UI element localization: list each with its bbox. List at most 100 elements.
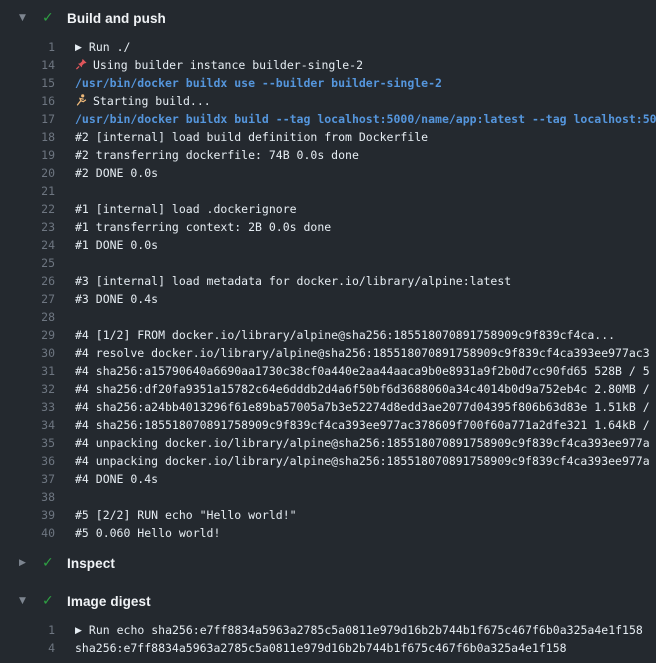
log-text: #1 transferring context: 2B 0.0s done (75, 218, 656, 236)
log-text: #2 [internal] load build definition from… (75, 128, 656, 146)
line-number[interactable]: 25 (0, 254, 55, 272)
line-number[interactable]: 4 (0, 639, 55, 657)
play-icon[interactable]: ▶ (75, 39, 82, 56)
log-line[interactable]: 29 #4 [1/2] FROM docker.io/library/alpine… (0, 326, 656, 344)
log-line[interactable]: 30 #4 resolve docker.io/library/alpine@sh… (0, 344, 656, 362)
section-title: Image digest (67, 594, 151, 609)
log-text: #4 sha256:df20fa9351a15782c64e6dddb2d4a6… (75, 380, 656, 398)
log-line[interactable]: 20 #2 DONE 0.0s (0, 164, 656, 182)
line-number[interactable]: 14 (0, 56, 55, 74)
section-header-inspect[interactable]: ▶ ✓ Inspect (0, 550, 656, 576)
line-number[interactable]: 19 (0, 146, 55, 164)
line-number[interactable]: 36 (0, 452, 55, 470)
log-text: #5 [2/2] RUN echo "Hello world!" (75, 506, 656, 524)
log-text: #4 sha256:a24bb4013296f61e89ba57005a7b3e… (75, 398, 656, 416)
log-text: #2 transferring dockerfile: 74B 0.0s don… (75, 146, 656, 164)
log-text: #2 DONE 0.0s (75, 164, 656, 182)
line-number[interactable]: 26 (0, 272, 55, 290)
line-number[interactable]: 21 (0, 182, 55, 200)
line-number[interactable]: 20 (0, 164, 55, 182)
line-number[interactable]: 40 (0, 524, 55, 542)
line-number[interactable]: 35 (0, 434, 55, 452)
log-line[interactable]: 17/usr/bin/docker buildx build --tag loc… (0, 110, 656, 128)
line-number[interactable]: 34 (0, 416, 55, 434)
log-text: #4 unpacking docker.io/library/alpine@sh… (75, 452, 656, 470)
line-number[interactable]: 28 (0, 308, 55, 326)
log-text: Starting build... (75, 92, 656, 110)
log-line[interactable]: 21 (0, 182, 656, 200)
log-text (75, 254, 656, 272)
log-line[interactable]: 28 (0, 308, 656, 326)
line-number[interactable]: 1 (0, 38, 55, 56)
log-text (75, 182, 656, 200)
line-number[interactable]: 18 (0, 128, 55, 146)
line-number[interactable]: 17 (0, 110, 55, 128)
log-line[interactable]: 24 #1 DONE 0.0s (0, 236, 656, 254)
log-text: #1 [internal] load .dockerignore (75, 200, 656, 218)
log-text: #3 DONE 0.4s (75, 290, 656, 308)
log-line[interactable]: 25 (0, 254, 656, 272)
line-number[interactable]: 32 (0, 380, 55, 398)
play-icon[interactable]: ▶ (75, 622, 82, 639)
line-number[interactable]: 31 (0, 362, 55, 380)
section-title: Inspect (67, 556, 115, 571)
log-line[interactable]: 32 #4 sha256:df20fa9351a15782c64e6dddb2d4… (0, 380, 656, 398)
check-icon: ✓ (42, 594, 57, 608)
section-image-digest: ▼ ✓ Image digest 1 ▶Run echo sha256:e7ff8… (0, 588, 656, 657)
line-number[interactable]: 1 (0, 621, 55, 639)
chevron-right-icon[interactable]: ▶ (19, 559, 30, 568)
line-number[interactable]: 24 (0, 236, 55, 254)
line-number[interactable]: 37 (0, 470, 55, 488)
log-text: #1 DONE 0.0s (75, 236, 656, 254)
log-line[interactable]: 14 Using builder instance builder-single-… (0, 56, 656, 74)
log-line[interactable]: 19 #2 transferring dockerfile: 74B 0.0s d… (0, 146, 656, 164)
log-text: #4 resolve docker.io/library/alpine@sha2… (75, 344, 656, 362)
log-line[interactable]: 15/usr/bin/docker buildx use --builder b… (0, 74, 656, 92)
section-title: Build and push (67, 11, 166, 26)
log-line[interactable]: 33 #4 sha256:a24bb4013296f61e89ba57005a7b… (0, 398, 656, 416)
chevron-down-icon[interactable]: ▼ (19, 14, 30, 23)
log-text: #4 [1/2] FROM docker.io/library/alpine@s… (75, 326, 656, 344)
log-line[interactable]: 4 sha256:e7ff8834a5963a2785c5a0811e979d16… (0, 639, 656, 657)
log-line[interactable]: 38 (0, 488, 656, 506)
line-number[interactable]: 38 (0, 488, 55, 506)
log-line[interactable]: 34 #4 sha256:185518070891758909c9f839cf4c… (0, 416, 656, 434)
chevron-down-icon[interactable]: ▼ (19, 597, 30, 606)
log-text: #4 DONE 0.4s (75, 470, 656, 488)
line-number[interactable]: 22 (0, 200, 55, 218)
line-number[interactable]: 15 (0, 74, 55, 92)
check-icon: ✓ (42, 556, 57, 570)
section-header-image-digest[interactable]: ▼ ✓ Image digest (0, 588, 656, 614)
log-text: sha256:e7ff8834a5963a2785c5a0811e979d16b… (75, 639, 656, 657)
log-line[interactable]: 18 #2 [internal] load build definition fr… (0, 128, 656, 146)
log-text: #4 sha256:185518070891758909c9f839cf4ca3… (75, 416, 656, 434)
log-line[interactable]: 39 #5 [2/2] RUN echo "Hello world!" (0, 506, 656, 524)
line-number[interactable]: 33 (0, 398, 55, 416)
log-line[interactable]: 37 #4 DONE 0.4s (0, 470, 656, 488)
log-text: /usr/bin/docker buildx build --tag local… (75, 110, 656, 128)
line-number[interactable]: 30 (0, 344, 55, 362)
log-line[interactable]: 1 ▶Run ./ (0, 38, 656, 56)
log-text: Using builder instance builder-single-2 (75, 56, 656, 74)
log-text: ▶Run echo sha256:e7ff8834a5963a2785c5a08… (75, 621, 656, 639)
log-line[interactable]: 22 #1 [internal] load .dockerignore (0, 200, 656, 218)
line-number[interactable]: 29 (0, 326, 55, 344)
log-text: ▶Run ./ (75, 38, 656, 56)
line-number[interactable]: 16 (0, 92, 55, 110)
log-line[interactable]: 16 Starting build... (0, 92, 656, 110)
log-line[interactable]: 23 #1 transferring context: 2B 0.0s done (0, 218, 656, 236)
log-line[interactable]: 1 ▶Run echo sha256:e7ff8834a5963a2785c5a0… (0, 621, 656, 639)
log-line[interactable]: 26#3 [internal] load metadata for docker… (0, 272, 656, 290)
line-number[interactable]: 39 (0, 506, 55, 524)
log-line[interactable]: 40#5 0.060 Hello world! (0, 524, 656, 542)
section-inspect: ▶ ✓ Inspect (0, 550, 656, 576)
line-number[interactable]: 23 (0, 218, 55, 236)
section-header-build-and-push[interactable]: ▼ ✓ Build and push (0, 5, 656, 31)
log-line[interactable]: 27 #3 DONE 0.4s (0, 290, 656, 308)
line-number[interactable]: 27 (0, 290, 55, 308)
log-line[interactable]: 35 #4 unpacking docker.io/library/alpine@… (0, 434, 656, 452)
section-build-and-push: ▼ ✓ Build and push 1 ▶Run ./ 14 Using build… (0, 5, 656, 542)
log-line[interactable]: 36 #4 unpacking docker.io/library/alpine@… (0, 452, 656, 470)
log-text: #4 unpacking docker.io/library/alpine@sh… (75, 434, 656, 452)
log-line[interactable]: 31#4 sha256:a15790640a6690aa1730c38cf0a4… (0, 362, 656, 380)
